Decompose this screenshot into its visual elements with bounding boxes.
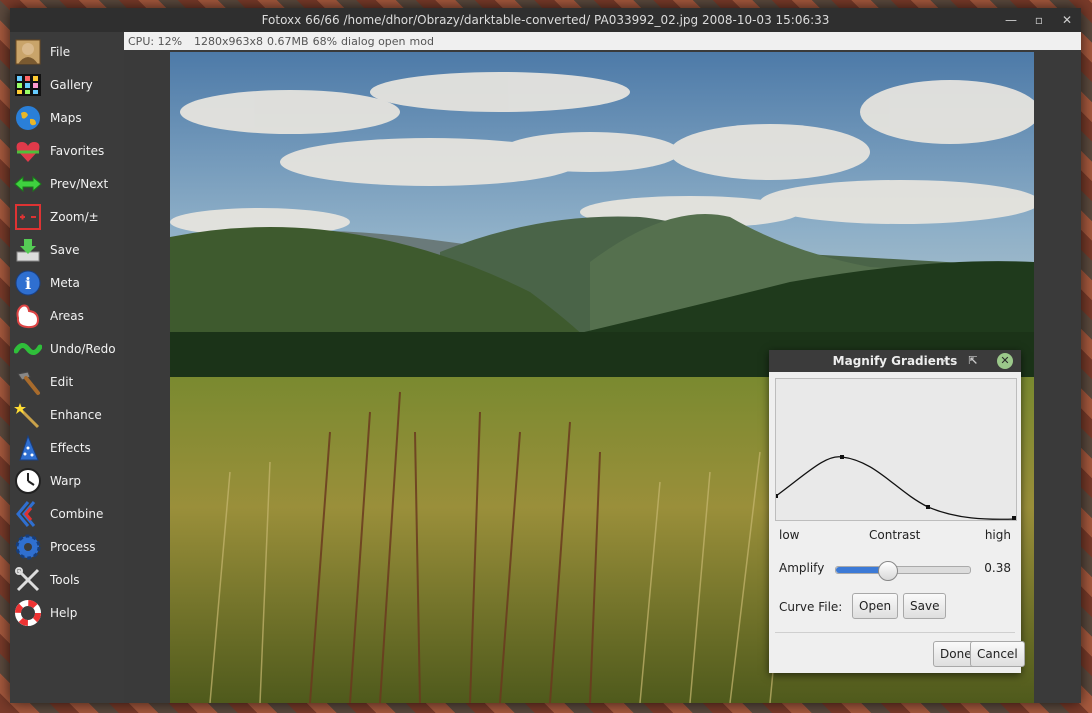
portrait-icon [14, 38, 42, 66]
sidebar-item-label: Effects [50, 441, 91, 455]
sidebar-item-label: Areas [50, 309, 84, 323]
axis-high-label: high [984, 528, 1011, 542]
curve-node [774, 494, 778, 498]
close-icon[interactable]: ✕ [1059, 12, 1075, 28]
grid-icon [14, 71, 42, 99]
heart-icon [14, 137, 42, 165]
gear-icon [14, 533, 42, 561]
sidebar-item-prev-next[interactable]: Prev/Next [14, 169, 122, 199]
minimize-icon[interactable]: – [935, 353, 951, 369]
image-dimensions: 1280x963x8 [194, 34, 264, 48]
sidebar-item-enhance[interactable]: Enhance [14, 400, 122, 430]
sidebar-menu: File Gallery Maps Favorites Prev/Next Zo… [10, 32, 124, 703]
title-bar: Fotoxx 66/66 /home/dhor/Obrazy/darktable… [10, 8, 1081, 32]
magic-wand-icon [14, 401, 42, 429]
sidebar-item-label: Process [50, 540, 96, 554]
sidebar-item-process[interactable]: Process [14, 532, 122, 562]
double-arrow-icon [14, 170, 42, 198]
sidebar-item-label: Zoom/± [50, 210, 99, 224]
globe-icon [14, 104, 42, 132]
sidebar-item-help[interactable]: Help [14, 598, 122, 628]
amplify-row: Amplify 0.38 [779, 560, 1011, 581]
curve-node [840, 455, 844, 459]
sidebar-item-favorites[interactable]: Favorites [14, 136, 122, 166]
sidebar-item-undo-redo[interactable]: Undo/Redo [14, 334, 122, 364]
amplify-slider[interactable] [835, 561, 971, 581]
sidebar-item-label: Undo/Redo [50, 342, 116, 356]
zoom-icon [14, 203, 42, 231]
curve-line [775, 456, 1017, 520]
info-icon: i [14, 269, 42, 297]
zoom-level: 68% [312, 34, 338, 48]
magnify-gradients-dialog: Magnify Gradients – ⇱ ✕ low Contrast hig… [769, 350, 1025, 673]
sidebar-item-save[interactable]: Save [14, 235, 122, 265]
amplify-label: Amplify [779, 561, 825, 575]
window-title: Fotoxx 66/66 /home/dhor/Obrazy/darktable… [261, 13, 830, 27]
cancel-button[interactable]: Cancel [970, 641, 1025, 667]
curve-node [926, 505, 930, 509]
sidebar-item-meta[interactable]: i Meta [14, 268, 122, 298]
sidebar-item-warp[interactable]: Warp [14, 466, 122, 496]
sidebar-item-maps[interactable]: Maps [14, 103, 122, 133]
contrast-curve-editor[interactable] [774, 378, 1017, 521]
sidebar-item-file[interactable]: File [14, 37, 122, 67]
curve-file-label: Curve File: [779, 600, 843, 614]
sidebar-item-label: Favorites [50, 144, 105, 158]
curve-node [1012, 516, 1016, 520]
curve-axis-labels: low Contrast high [779, 528, 1011, 544]
wizard-hat-icon [14, 434, 42, 462]
modified-flag: mod [409, 34, 434, 48]
file-size: 0.67MB [267, 34, 309, 48]
sidebar-item-label: Maps [50, 111, 82, 125]
restore-icon[interactable]: ⇱ [965, 353, 981, 369]
sidebar-item-effects[interactable]: Effects [14, 433, 122, 463]
areas-icon [14, 302, 42, 330]
axis-contrast-label: Contrast [869, 528, 921, 542]
sidebar-item-areas[interactable]: Areas [14, 301, 122, 331]
sidebar-item-label: Combine [50, 507, 104, 521]
close-icon[interactable]: ✕ [997, 353, 1013, 369]
combine-icon [14, 500, 42, 528]
sidebar-item-label: Warp [50, 474, 82, 488]
sidebar-item-label: Prev/Next [50, 177, 109, 191]
cpu-usage: CPU: 12% [128, 34, 183, 48]
sidebar-item-label: Tools [50, 573, 80, 587]
sidebar-item-label: Edit [50, 375, 74, 389]
tools-icon [14, 566, 42, 594]
sidebar-item-label: Save [50, 243, 80, 257]
lifebuoy-icon [14, 599, 42, 627]
curve-save-button[interactable]: Save [903, 593, 947, 619]
save-icon [14, 236, 42, 264]
axis-low-label: low [779, 528, 800, 542]
hammer-icon [14, 368, 42, 396]
status-bar: CPU: 12% 1280x963x8 0.67MB 68% dialog op… [124, 32, 1081, 50]
undo-redo-icon [14, 335, 42, 363]
sidebar-item-zoom[interactable]: Zoom/± [14, 202, 122, 232]
sidebar-item-label: Enhance [50, 408, 102, 422]
dialog-state: dialog open [341, 34, 406, 48]
sidebar-item-label: Gallery [50, 78, 93, 92]
sidebar-item-label: Meta [50, 276, 80, 290]
curve-open-button[interactable]: Open [852, 593, 899, 619]
clock-icon [14, 467, 42, 495]
sidebar-item-combine[interactable]: Combine [14, 499, 122, 529]
amplify-slider-knob[interactable] [877, 561, 898, 581]
amplify-value: 0.38 [984, 561, 1011, 575]
restore-icon[interactable]: ▫ [1031, 12, 1047, 28]
sidebar-item-label: Help [50, 606, 78, 620]
sidebar-item-tools[interactable]: Tools [14, 565, 122, 595]
svg-text:i: i [25, 274, 31, 293]
sidebar-item-gallery[interactable]: Gallery [14, 70, 122, 100]
sidebar-item-label: File [50, 45, 71, 59]
sidebar-item-edit[interactable]: Edit [14, 367, 122, 397]
minimize-icon[interactable]: — [1003, 12, 1019, 28]
dialog-title-bar: Magnify Gradients – ⇱ ✕ [769, 350, 1021, 372]
dialog-separator [775, 632, 1015, 633]
